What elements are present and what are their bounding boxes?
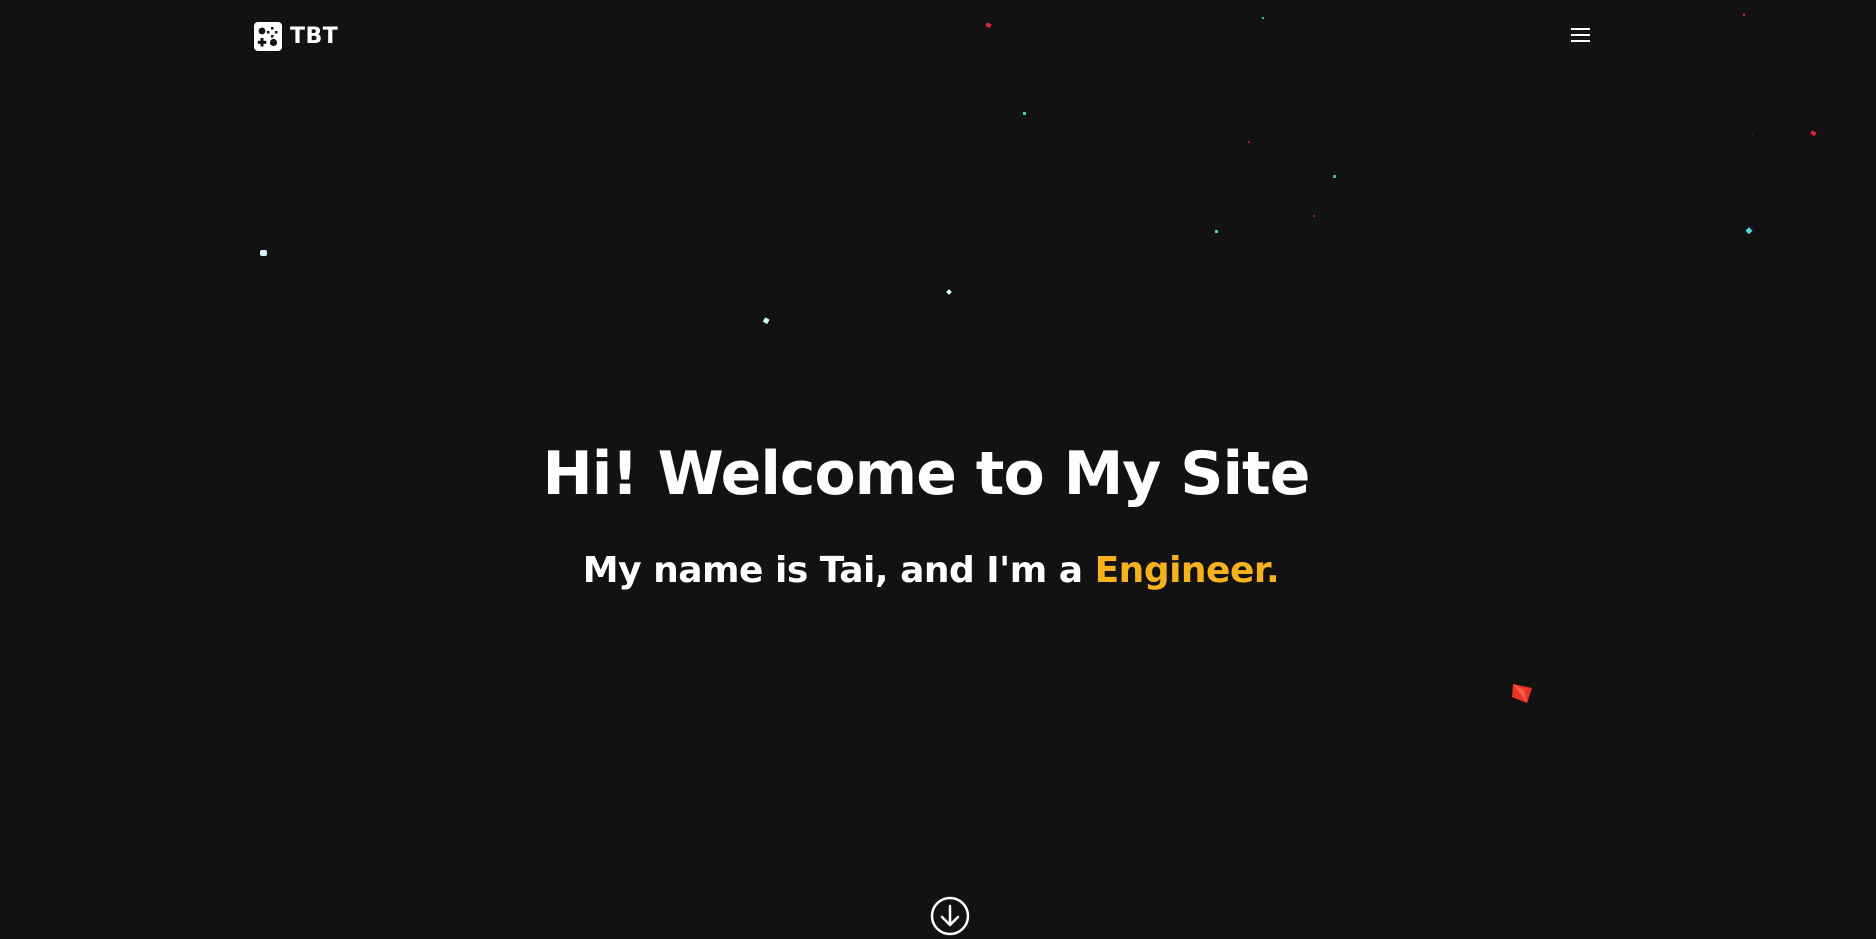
brand-name: TBT (290, 24, 339, 49)
hamburger-menu-button[interactable] (1570, 26, 1592, 46)
navbar: TBT (254, 22, 1592, 54)
particle (260, 250, 267, 256)
hamburger-menu-icon (1571, 28, 1590, 42)
particle (1743, 14, 1745, 16)
particle (1745, 227, 1753, 235)
particle (1810, 130, 1817, 137)
particle (1512, 684, 1532, 703)
particle (762, 317, 770, 325)
brand-logo-link[interactable]: TBT (254, 22, 338, 51)
particle (1513, 684, 1527, 703)
scroll-down-button[interactable] (930, 896, 970, 936)
particle (1752, 134, 1753, 135)
hero-subtitle: My name is Tai, and I'm a Engineer. (0, 547, 1862, 595)
particle (528, 262, 529, 263)
particle (1248, 141, 1250, 143)
particle (946, 289, 952, 295)
hero-title: Hi! Welcome to My Site (542, 439, 1311, 509)
particle (1333, 175, 1336, 178)
particle (1313, 215, 1315, 217)
hero-subtitle-text: My name is Tai, and I'm a (582, 550, 1083, 591)
gamepad-dice-icon (254, 22, 282, 51)
particle (1023, 112, 1026, 115)
particle (1262, 17, 1264, 19)
particle (1175, 197, 1176, 198)
hero-role-highlight: Engineer. (1094, 550, 1280, 591)
arrow-down-circle-icon (930, 896, 970, 936)
page: TBT Hi! Welcome to My Site My name is Ta… (0, 0, 1876, 939)
particle (1215, 230, 1218, 233)
